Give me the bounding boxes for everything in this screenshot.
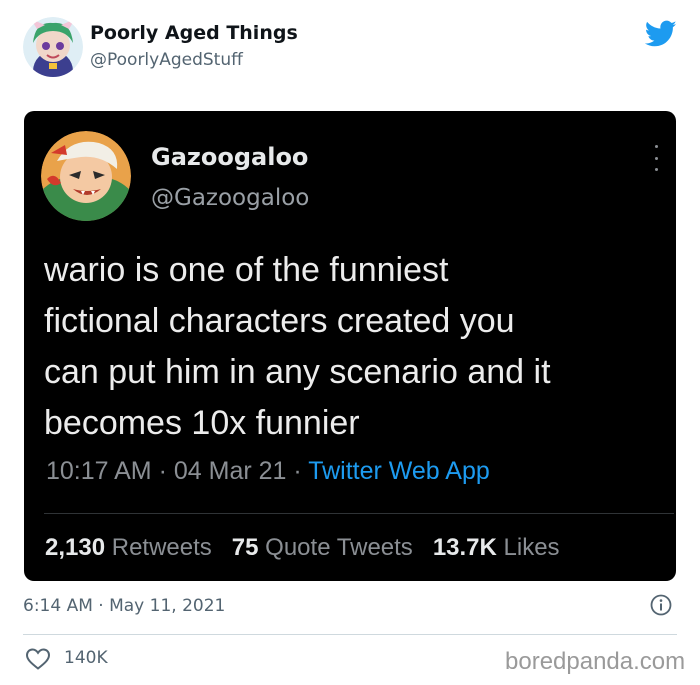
likes-stat[interactable]: 13.7K Likes [433, 534, 560, 561]
divider [44, 513, 674, 514]
info-icon[interactable] [650, 594, 672, 616]
tweet-timestamp[interactable]: 6:14 AM · May 11, 2021 [23, 596, 225, 616]
quoted-author-handle[interactable]: @Gazoogaloo [151, 185, 309, 211]
meta-separator: · [151, 457, 174, 485]
quote-tweets-label: Quote Tweets [265, 534, 413, 561]
engagement-stats: 2,130 Retweets 75 Quote Tweets 13.7K Likes [45, 534, 560, 562]
author-name[interactable]: Poorly Aged Things [90, 22, 298, 44]
more-options-icon[interactable] [650, 145, 662, 171]
meta-separator: · [286, 457, 309, 485]
twitter-bird-icon[interactable] [644, 20, 677, 48]
likes-count: 13.7K [432, 534, 497, 561]
likes-label: Likes [503, 534, 560, 561]
tweet-text-line: fictional characters created you [44, 302, 515, 340]
tweet-text-line: can put him in any scenario and it [44, 353, 551, 391]
like-count[interactable]: 140K [64, 648, 108, 668]
divider [23, 634, 677, 635]
author-avatar[interactable] [23, 17, 83, 77]
retweets-stat[interactable]: 2,130 Retweets [45, 534, 212, 561]
quoted-author-avatar[interactable] [41, 131, 131, 221]
tweet-text-line: wario is one of the funniest [44, 251, 449, 289]
quoted-tweet-text: wario is one of the funniest fictional c… [44, 245, 664, 449]
quoted-tweet-meta: 10:17 AM · 04 Mar 21 · Twitter Web App [46, 457, 490, 486]
tweet-text-line: becomes 10x funnier [44, 404, 360, 442]
quoted-tweet-time[interactable]: 10:17 AM [46, 457, 152, 485]
watermark: boredpanda.com [505, 648, 686, 675]
quote-tweets-count: 75 [231, 534, 259, 561]
quoted-tweet-date[interactable]: 04 Mar 21 [174, 457, 287, 485]
source-app-link[interactable]: Twitter Web App [308, 457, 490, 485]
quoted-tweet-card[interactable]: Gazoogaloo @Gazoogaloo wario is one of t… [24, 111, 676, 581]
heart-icon[interactable] [25, 647, 51, 671]
author-handle[interactable]: @PoorlyAgedStuff [90, 50, 243, 70]
retweets-label: Retweets [111, 534, 212, 561]
retweets-count: 2,130 [45, 534, 106, 561]
quote-tweets-stat[interactable]: 75 Quote Tweets [232, 534, 413, 561]
quoted-author-name[interactable]: Gazoogaloo [151, 143, 308, 171]
